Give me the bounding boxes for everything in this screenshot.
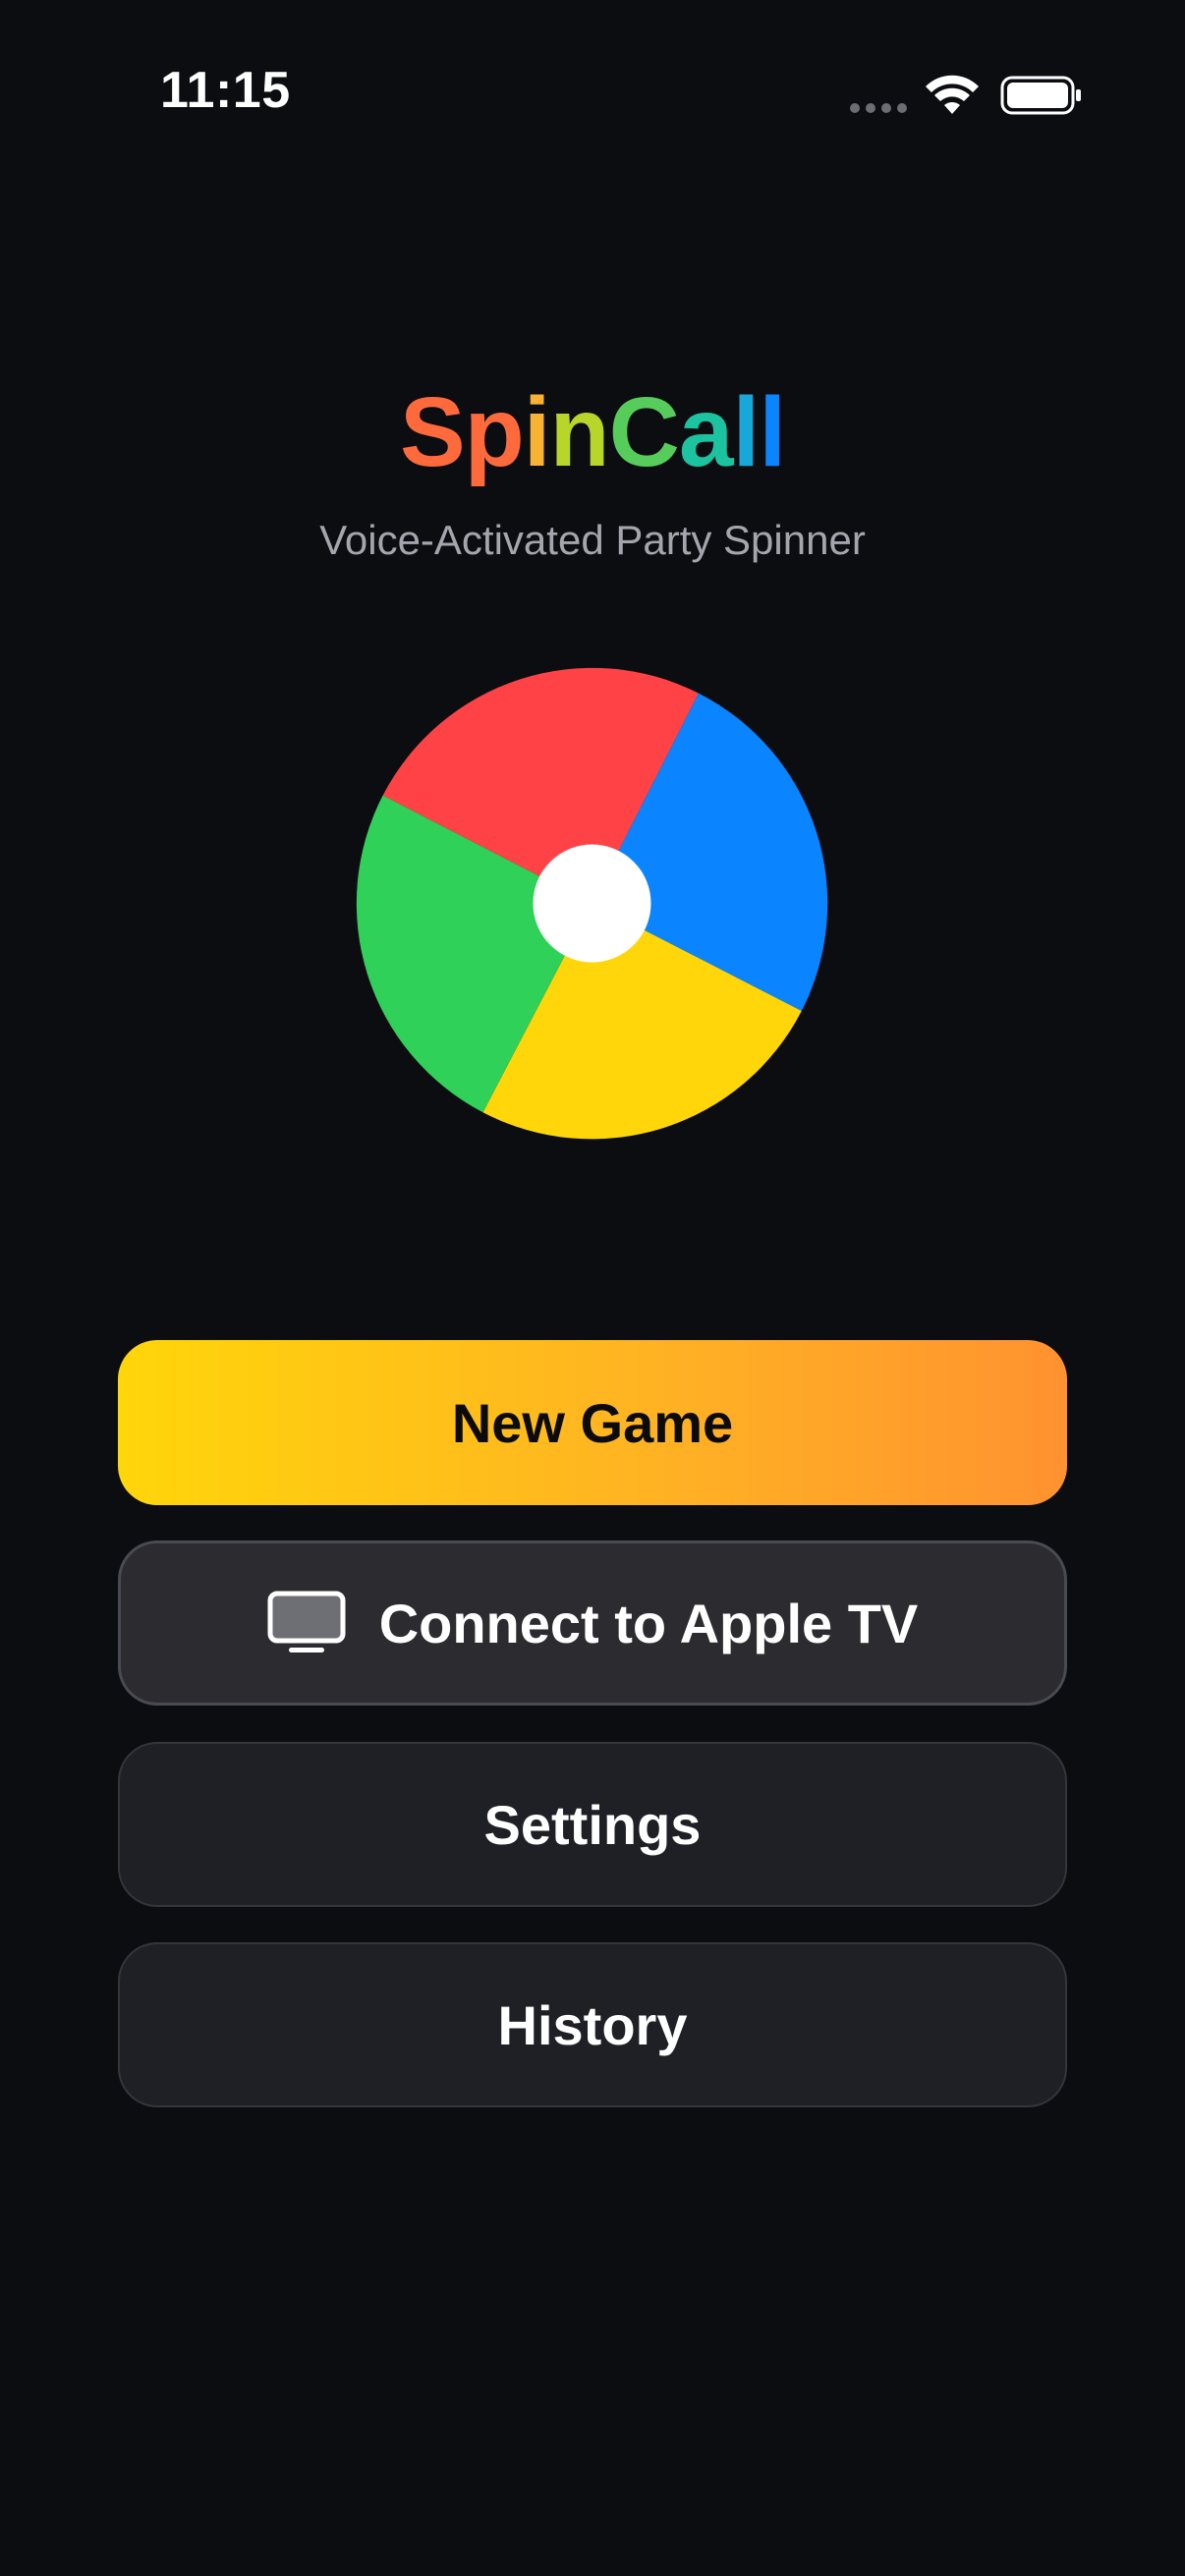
wheel-hub: [533, 844, 651, 963]
tv-icon: [267, 1591, 346, 1652]
status-bar: 11:15: [0, 0, 1185, 196]
settings-button[interactable]: Settings: [118, 1742, 1067, 1907]
app-title-part: a: [678, 377, 734, 487]
connect-apple-tv-button[interactable]: Connect to Apple TV: [118, 1540, 1067, 1706]
wifi-icon: [926, 75, 979, 114]
status-time: 11:15: [160, 62, 291, 119]
new-game-label: New Game: [451, 1391, 734, 1454]
app-title-part: C: [608, 377, 680, 487]
history-label: History: [497, 1993, 688, 2056]
settings-label: Settings: [483, 1793, 702, 1856]
battery-icon: [1000, 76, 1081, 115]
history-button[interactable]: History: [118, 1942, 1067, 2107]
app-subtitle: Voice-Activated Party Spinner: [319, 517, 866, 563]
app-title-part: Sp: [399, 377, 525, 487]
connect-apple-tv-label: Connect to Apple TV: [378, 1592, 919, 1654]
spinner-wheel[interactable]: [354, 665, 830, 1142]
app-title-part: i: [523, 377, 551, 487]
new-game-button[interactable]: New Game: [118, 1340, 1067, 1505]
app-title-part: l: [759, 377, 786, 487]
app-title-part: l: [732, 377, 760, 487]
app-title-part: n: [549, 377, 610, 487]
cellular-dots-icon: [850, 103, 907, 113]
app-title: SpinCall: [0, 364, 1185, 501]
